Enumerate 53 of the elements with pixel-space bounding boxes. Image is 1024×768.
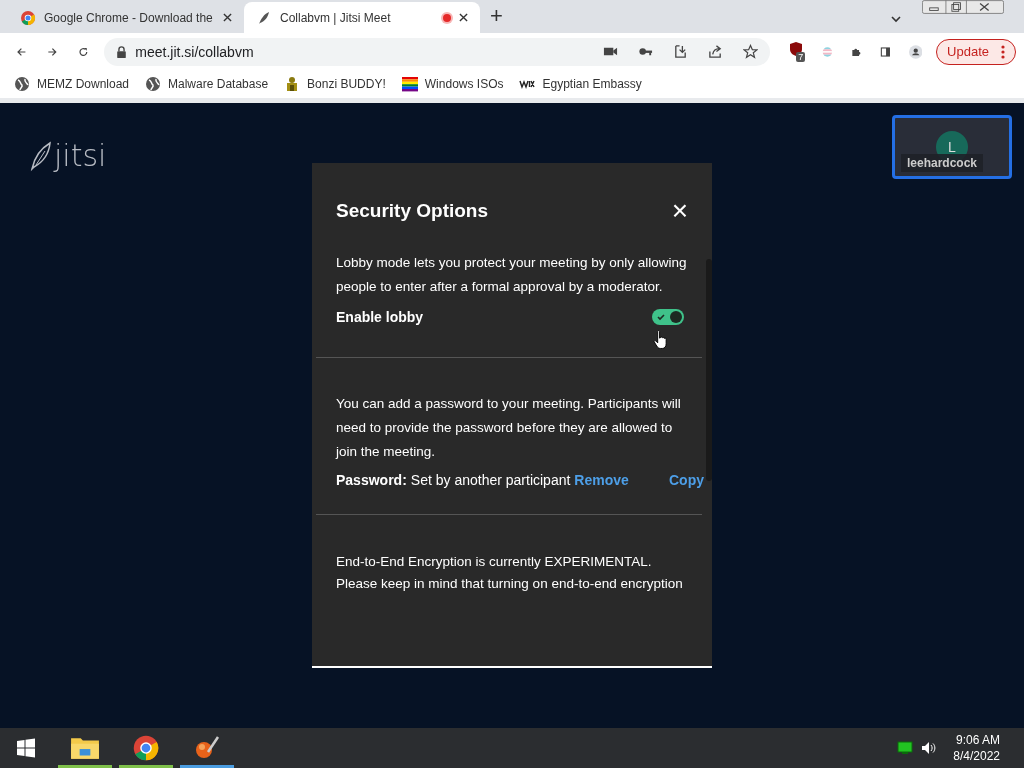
- browser-tab[interactable]: Collabvm | Jitsi Meet: [244, 2, 480, 33]
- scrollbar[interactable]: [706, 259, 712, 481]
- browser-tab[interactable]: Google Chrome - Download the: [8, 2, 244, 33]
- dialog-title: Security Options: [336, 200, 490, 222]
- copy-link[interactable]: Copy: [669, 472, 704, 488]
- participant-tile[interactable]: L leehardcock: [892, 115, 1012, 179]
- share-icon[interactable]: [708, 44, 724, 59]
- lobby-label: Enable lobby: [336, 309, 425, 325]
- shield-extension[interactable]: 7: [788, 40, 805, 63]
- feather-icon: [30, 139, 52, 173]
- lock-icon: [116, 45, 128, 58]
- chevron-down-icon[interactable]: [890, 13, 902, 25]
- globe-icon: [145, 76, 162, 92]
- check-icon: [656, 312, 666, 322]
- participant-name: leehardcock: [901, 154, 984, 172]
- encryption-text: Please keep in mind that turning on end-to-end encryption: [336, 575, 684, 593]
- lobby-description: Lobby mode lets you protect your meeting by only allowing people to enter after a formal approval by a moderator.: [336, 254, 688, 296]
- clock[interactable]: 9:06 AM 8/4/2022: [953, 732, 1000, 764]
- hand-cursor-icon: [653, 329, 668, 351]
- remove-link[interactable]: Remove: [574, 472, 629, 488]
- bookmark[interactable]: Bonzi BUDDY!: [284, 76, 386, 92]
- bookmark[interactable]: MEMZ Download: [14, 76, 130, 92]
- bookmark[interactable]: Malware Database: [145, 76, 269, 92]
- window-controls[interactable]: [922, 0, 1004, 14]
- logo: jitsi: [54, 139, 107, 173]
- url-text: meet.jit.si/collabvm: [135, 43, 254, 60]
- lobby-toggle[interactable]: [652, 309, 684, 325]
- install-icon[interactable]: [673, 44, 689, 59]
- extension-badge: 7: [796, 51, 806, 62]
- chrome-icon: [20, 9, 36, 26]
- feather-icon: [256, 9, 272, 26]
- password-label: Password:: [336, 472, 407, 488]
- close-icon[interactable]: [459, 13, 468, 22]
- star-icon[interactable]: [743, 44, 759, 59]
- more-icon[interactable]: [1001, 44, 1005, 59]
- new-tab-button[interactable]: +: [480, 3, 513, 33]
- password-description: You can add a password to your meeting. Participants will need to provide the password before they are allowed to join the meeting.: [336, 395, 682, 461]
- network-icon[interactable]: [897, 741, 914, 755]
- address-bar[interactable]: meet.jit.si/collabvm: [104, 37, 771, 66]
- time-text: 9:06 AM: [955, 732, 1000, 748]
- close-icon[interactable]: [223, 13, 232, 22]
- bookmark[interactable]: Windows ISOs: [401, 76, 504, 92]
- password-value: Set by another participant: [410, 472, 571, 488]
- globe-icon: [14, 76, 30, 92]
- stripes-icon: [401, 76, 418, 92]
- recording-icon: [443, 13, 451, 22]
- encryption-text: End-to-End Encryption is currently EXPERIMENTAL.: [336, 553, 653, 571]
- date-text: 8/4/2022: [953, 748, 1000, 764]
- close-button[interactable]: ×: [671, 197, 688, 225]
- update-button[interactable]: Update: [936, 38, 1016, 65]
- bookmark[interactable]: Egyptian Embassy: [519, 76, 642, 92]
- windows-start-icon[interactable]: [16, 738, 36, 758]
- volume-icon[interactable]: [921, 741, 938, 755]
